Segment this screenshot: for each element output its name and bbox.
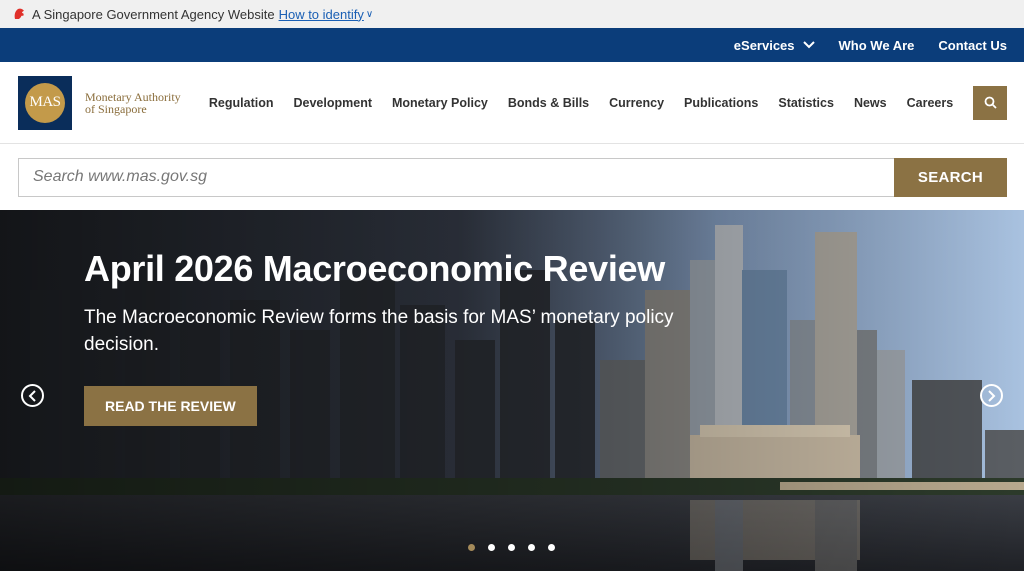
hero-slide-content: April 2026 Macroeconomic Review The Macr…: [84, 248, 684, 426]
logo-line-2: of Singapore: [85, 101, 147, 116]
carousel-dot-1[interactable]: [468, 544, 475, 551]
nav-item-monetary-policy[interactable]: Monetary Policy: [392, 96, 488, 110]
util-nav-contact-us[interactable]: Contact Us: [938, 38, 1007, 53]
carousel-next-button[interactable]: [980, 384, 1003, 407]
gov-banner: A Singapore Government Agency Website Ho…: [0, 0, 1024, 28]
search-icon: [984, 96, 997, 109]
logo-emblem: MAS: [18, 75, 72, 130]
logo-line-1: Monetary Authority: [85, 89, 181, 104]
search-button[interactable]: SEARCH: [894, 157, 1007, 197]
util-nav-eservices[interactable]: eServices: [734, 38, 815, 53]
gov-banner-text: A Singapore Government Agency Website: [32, 6, 275, 22]
logo-wordmark: Monetary Authority of Singapore: [85, 91, 181, 115]
mas-logo[interactable]: MAS Monetary Authority of Singapore: [18, 75, 209, 130]
carousel-dot-5[interactable]: [548, 544, 555, 551]
nav-item-development[interactable]: Development: [294, 96, 373, 110]
chevron-down-icon: [802, 41, 815, 49]
singapore-lion-icon: [14, 8, 24, 19]
carousel-dot-4[interactable]: [528, 544, 535, 551]
util-nav-eservices-label: eServices: [733, 37, 795, 53]
nav-item-statistics[interactable]: Statistics: [778, 96, 834, 110]
search-bar: SEARCH: [0, 144, 1024, 210]
hero-carousel: April 2026 Macroeconomic Review The Macr…: [0, 210, 1024, 571]
carousel-dot-2[interactable]: [488, 544, 495, 551]
nav-item-regulation[interactable]: Regulation: [209, 96, 274, 110]
main-nav: Regulation Development Monetary Policy B…: [209, 96, 973, 110]
chevron-right-icon: [988, 389, 996, 402]
nav-item-currency[interactable]: Currency: [609, 96, 664, 110]
read-the-review-button[interactable]: READ THE REVIEW: [84, 386, 257, 426]
search-toggle-button[interactable]: [973, 85, 1007, 120]
nav-item-news[interactable]: News: [854, 96, 887, 110]
hero-title: April 2026 Macroeconomic Review: [84, 248, 665, 289]
hero-description: The Macroeconomic Review forms the basis…: [84, 307, 674, 355]
utility-nav: eServices Who We Are Contact Us: [0, 28, 1024, 62]
site-header: MAS Monetary Authority of Singapore Regu…: [0, 62, 1024, 144]
logo-mark: MAS: [25, 82, 65, 123]
carousel-dot-3[interactable]: [508, 544, 515, 551]
nav-item-bonds-bills[interactable]: Bonds & Bills: [508, 96, 589, 110]
nav-item-publications[interactable]: Publications: [684, 96, 758, 110]
how-to-identify-link[interactable]: How to identify: [279, 7, 364, 22]
search-input[interactable]: [18, 157, 894, 197]
util-nav-who-we-are[interactable]: Who We Are: [839, 38, 915, 53]
chevron-left-icon: [28, 389, 36, 402]
chevron-down-icon[interactable]: ∨: [366, 9, 373, 20]
carousel-pagination: [468, 544, 568, 551]
nav-item-careers[interactable]: Careers: [907, 96, 954, 110]
carousel-prev-button[interactable]: [21, 384, 44, 407]
